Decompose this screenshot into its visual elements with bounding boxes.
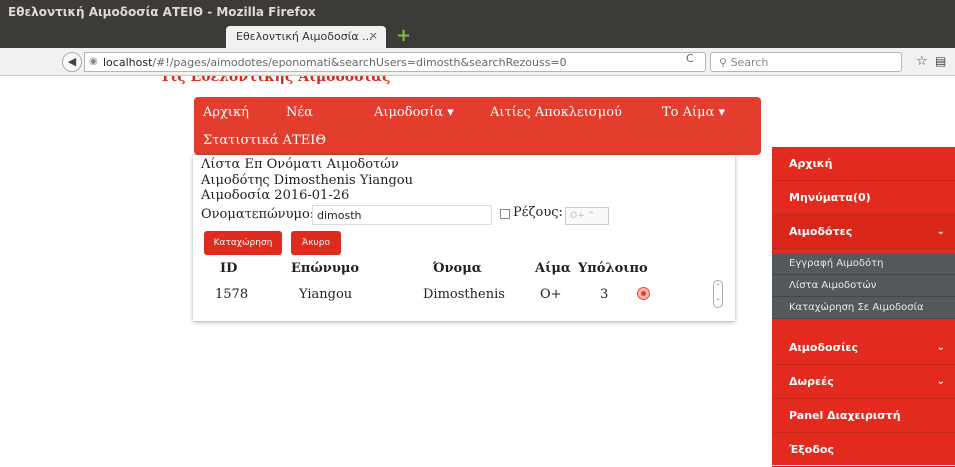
name-search-input[interactable]: dimosth: [312, 205, 492, 225]
new-tab-icon[interactable]: +: [396, 27, 411, 45]
donor-line: Αιμοδότης Dimosthenis Yiangou: [201, 173, 413, 188]
rezous-label: Ρέζους:: [513, 205, 563, 220]
search-placeholder: Search: [730, 56, 769, 69]
col-header-remaining: Υπόλοιπο: [578, 261, 648, 276]
chevron-down-icon: ⌄: [936, 376, 945, 387]
sidebar-item-admin-panel[interactable]: Panel Διαχειριστή: [772, 399, 955, 433]
sidebar-item-label: Λίστα Αιμοδοτών: [789, 280, 877, 291]
cell-blood: O+: [540, 287, 562, 302]
site-header-title: Τις Εθελοντικής Αιμοδοσίας: [160, 76, 391, 85]
tab-strip: Εθελοντική Αιμοδοσία ... × +: [0, 24, 955, 48]
nav-item-blood[interactable]: Το Αίμα ▾: [662, 105, 725, 120]
sidebar-item-label: Εγγραφή Αιμοδότη: [789, 258, 884, 269]
sidebar-item-home[interactable]: Αρχική: [772, 147, 955, 181]
name-label: Ονοματεπώνυμο:: [201, 207, 315, 222]
number-spinner[interactable]: ⌃ ⌄: [713, 280, 723, 308]
search-icon: ⚲: [719, 56, 731, 69]
donation-line: Αιμοδοσία 2016-01-26: [201, 188, 350, 203]
sidebar-subitem-register-to-donation[interactable]: Καταχώρηση Σε Αιμοδοσία: [772, 297, 955, 319]
cell-surname: Yiangou: [299, 287, 353, 302]
globe-icon: ◉: [89, 56, 98, 67]
url-bar[interactable]: ◉ localhost/#!/pages/aimodotes/eponomati&…: [84, 52, 706, 72]
sidebar-item-logout[interactable]: Έξοδος: [772, 433, 955, 467]
cell-id: 1578: [215, 287, 249, 302]
url-host: localhost: [103, 56, 153, 69]
back-arrow-icon[interactable]: ◀: [62, 52, 82, 72]
browser-navbar: ◀ ◉ localhost/#!/pages/aimodotes/eponomat…: [0, 48, 955, 76]
bookmark-star-icon[interactable]: ☆: [916, 54, 928, 69]
admin-sidebar: Αρχική Μηνύματα(0) Αιμοδότες ⌄ Εγγραφή Αι…: [772, 147, 955, 467]
cell-remaining: 3: [600, 287, 609, 302]
browser-search-input[interactable]: ⚲ Search: [710, 52, 902, 72]
sidebar-item-donations[interactable]: Αιμοδοσίες ⌄: [772, 331, 955, 365]
chevron-down-icon: ⌄: [936, 342, 945, 353]
sidebar-item-label: Αιμοδότες: [789, 225, 853, 238]
chevron-down-icon: ⌄: [936, 226, 945, 237]
col-header-id: ID: [220, 261, 238, 276]
bookmarks-icon[interactable]: ▤: [935, 54, 946, 68]
sidebar-subitem-register-donor[interactable]: Εγγραφή Αιμοδότη: [772, 253, 955, 275]
url-path: /#!/pages/aimodotes/eponomati&searchUser…: [152, 56, 567, 69]
browser-tab-title: Εθελοντική Αιμοδοσία ...: [236, 30, 373, 43]
sidebar-item-label: Έξοδος: [789, 443, 834, 456]
sidebar-item-donors[interactable]: Αιμοδότες ⌄: [772, 215, 955, 249]
window-title: Εθελοντική Αιμοδοσία ΑΤΕΙΘ - Mozilla Fir…: [8, 5, 316, 19]
sidebar-item-label: Καταχώρηση Σε Αιμοδοσία: [789, 302, 924, 313]
reload-icon[interactable]: C: [686, 52, 694, 65]
sidebar-item-label: Panel Διαχειριστή: [789, 409, 901, 422]
donor-list-panel: Λίστα Επ Ονόματι Αιμοδοτών Αιμοδότης Dim…: [193, 155, 735, 321]
sidebar-item-label: Δωρεές: [789, 375, 834, 388]
window-titlebar: Εθελοντική Αιμοδοσία ΑΤΕΙΘ - Mozilla Fir…: [0, 0, 955, 24]
nav-item-statistics[interactable]: Στατιστικά ΑΤΕΙΘ: [203, 133, 326, 148]
close-tab-icon[interactable]: ×: [369, 29, 378, 42]
list-title: Λίστα Επ Ονόματι Αιμοδοτών: [201, 157, 399, 172]
cancel-button[interactable]: Άκυρο: [291, 231, 341, 255]
main-navigation: Αρχική Νέα Αιμοδοσία ▾ Αιτίες Αποκλεισμο…: [194, 97, 844, 155]
cell-name: Dimosthenis: [423, 287, 505, 302]
nav-item-news[interactable]: Νέα: [286, 105, 313, 120]
nav-item-contact[interactable]: Επικοινωνια: [760, 105, 844, 120]
sidebar-subitem-donor-list[interactable]: Λίστα Αιμοδοτών: [772, 275, 955, 297]
save-button[interactable]: Καταχώρηση: [204, 231, 282, 255]
sidebar-item-label: Μηνύματα(0): [789, 191, 871, 204]
browser-tab[interactable]: Εθελοντική Αιμοδοσία ... ×: [226, 26, 386, 48]
col-header-surname: Επώνυμο: [291, 261, 360, 276]
col-header-name: Όνομα: [433, 261, 482, 276]
nav-item-blood-donation[interactable]: Αιμοδοσία ▾: [374, 105, 454, 120]
nav-item-exclusion-reasons[interactable]: Αιτίες Αποκλεισμού: [490, 105, 622, 120]
sidebar-item-messages[interactable]: Μηνύματα(0): [772, 181, 955, 215]
col-header-blood: Αίμα: [535, 261, 571, 276]
rezous-checkbox[interactable]: [500, 209, 510, 219]
site-header-clipped: Τις Εθελοντικής Αιμοδοσίας: [160, 76, 460, 86]
sidebar-item-label: Αιμοδοσίες: [789, 341, 859, 354]
row-select-radio[interactable]: [637, 287, 650, 300]
sidebar-item-label: Αρχική: [789, 157, 833, 170]
sidebar-item-gifts[interactable]: Δωρεές ⌄: [772, 365, 955, 399]
nav-item-home[interactable]: Αρχική: [203, 105, 249, 120]
rezous-select[interactable]: O+ ⌃: [565, 207, 609, 225]
